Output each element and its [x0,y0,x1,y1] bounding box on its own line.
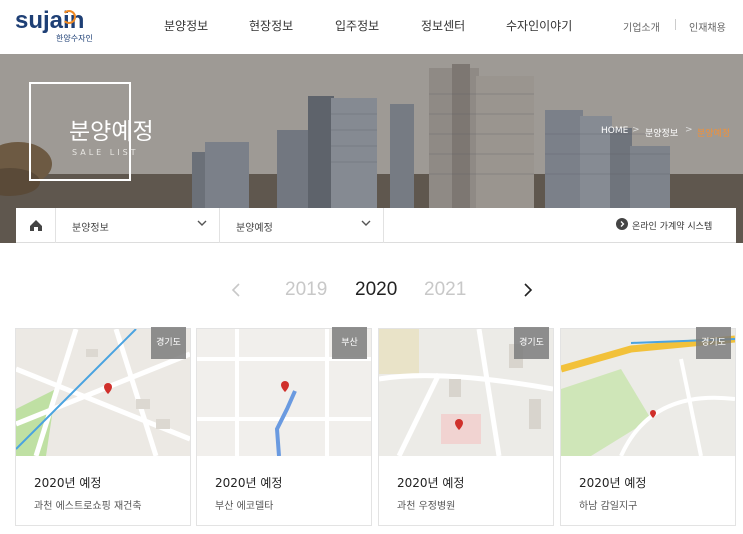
sale-card-gwacheon-woojung[interactable]: 경기도 2020년 예정 과천 우정병원 [378,327,554,526]
site-header: sujain 한양수자인 분양정보 현장정보 입주정보 정보센터 수자인이야기 … [0,0,743,54]
page-subtitle: SALE LIST [72,148,139,157]
breadcrumb-current: 분양예정 [697,129,731,139]
dropdown-subcategory[interactable]: 분양예정 [220,208,384,243]
breadcrumb-separator: > [632,125,640,135]
dropdown-category[interactable]: 분양정보 [56,208,220,243]
card-title: 2020년 예정 [579,476,647,490]
breadcrumb-separator: > [685,125,693,135]
logo-subtitle: 한양수자인 [56,34,93,43]
logo[interactable]: sujain 한양수자인 [15,9,97,44]
chevron-down-icon [197,220,207,226]
sale-card-gwacheon-estro[interactable]: 경기도 2020년 예정 과천 에스트로쇼핑 재건축 [15,327,191,526]
online-contract-link[interactable]: 온라인 가계약 시스템 [632,219,712,232]
arrow-circle-icon[interactable] [616,218,628,230]
dropdown-subcategory-label: 분양예정 [236,223,273,234]
page-title: 분양예정 [69,119,154,145]
region-badge: 경기도 [696,327,731,359]
card-title: 2020년 예정 [397,476,465,490]
util-divider [675,19,676,30]
chevron-down-icon [361,220,371,226]
year-prev[interactable]: 2019 [285,279,327,301]
year-next[interactable]: 2021 [424,279,466,301]
card-title: 2020년 예정 [215,476,283,490]
util-company-intro[interactable]: 기업소개 [623,19,660,34]
card-title: 2020년 예정 [34,476,102,490]
sub-navigation-bar: 분양정보 분양예정 온라인 가계약 시스템 [16,208,736,243]
breadcrumb-sale-info[interactable]: 분양정보 [645,126,678,139]
dropdown-category-label: 분양정보 [72,223,109,234]
home-icon [30,220,42,231]
gnb-item-sale-info[interactable]: 분양정보 [164,17,208,34]
gnb-item-site-info[interactable]: 현장정보 [249,17,293,34]
next-year-arrow-icon[interactable] [522,282,534,298]
card-project-name: 과천 우정병원 [397,501,456,512]
card-project-name: 과천 에스트로쇼핑 재건축 [34,501,142,512]
sale-card-busan-ecodelta[interactable]: 부산 2020년 예정 부산 에코델타 [196,327,372,526]
logo-ring-icon [62,10,76,24]
gnb-item-info-center[interactable]: 정보센터 [421,17,465,34]
card-project-name: 하남 감일지구 [579,501,638,512]
card-project-name: 부산 에코델타 [215,501,274,512]
util-recruit[interactable]: 인재채용 [689,19,726,34]
gnb-item-movein-info[interactable]: 입주정보 [335,17,379,34]
region-badge: 경기도 [151,327,186,359]
prev-year-arrow-icon[interactable] [230,282,242,298]
sale-card-hanam-gamil[interactable]: 경기도 2020년 예정 하남 감일지구 [560,327,736,526]
home-button[interactable] [16,208,56,243]
year-current: 2020 [355,279,398,300]
gnb-item-sujain-story[interactable]: 수자인이야기 [506,17,572,34]
region-badge: 경기도 [514,327,549,359]
region-badge: 부산 [332,327,367,359]
breadcrumb-home[interactable]: HOME [601,126,628,136]
